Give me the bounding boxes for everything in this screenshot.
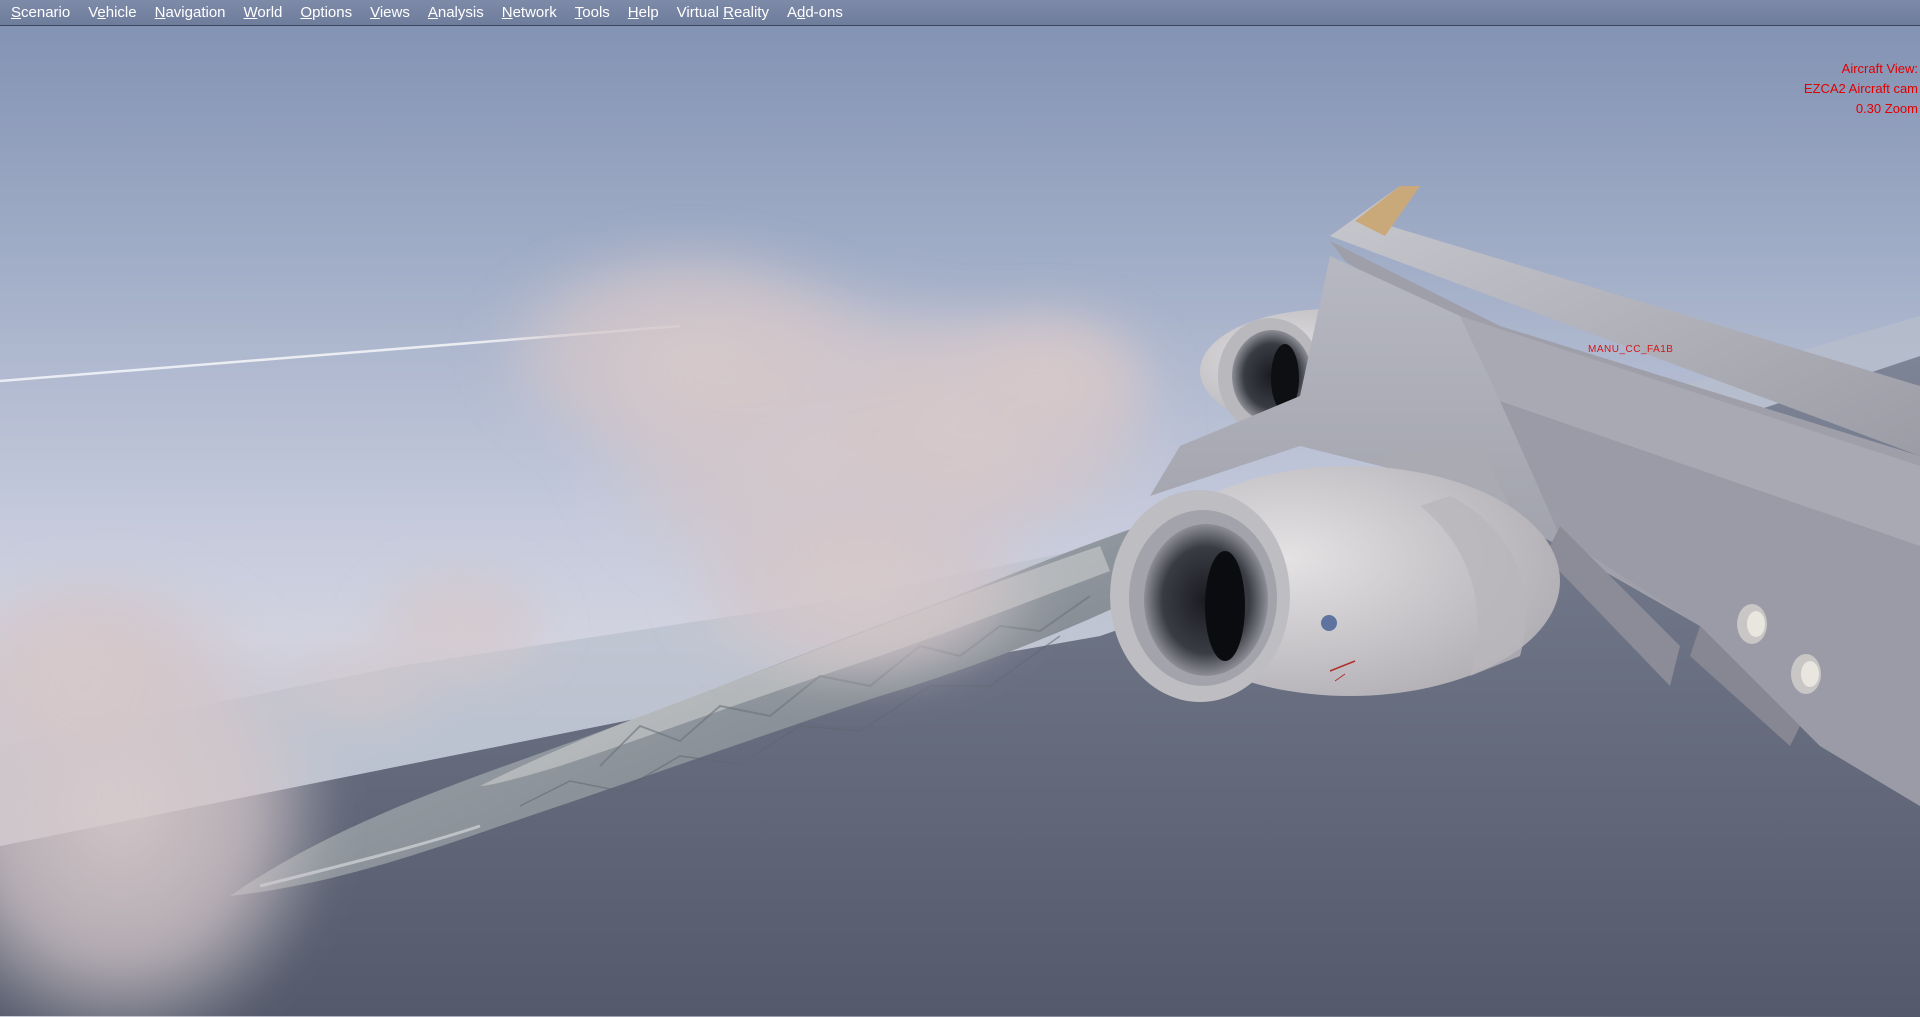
wing-model-label: MANU_CC_FA1B [1588, 344, 1674, 355]
menu-world[interactable]: World [235, 0, 292, 26]
menu-analysis[interactable]: Analysis [419, 0, 493, 26]
menu-views[interactable]: Views [361, 0, 419, 26]
menu-add-ons[interactable]: Add-ons [778, 0, 852, 26]
flight-simulator-window: Scenario Vehicle Navigation World Options Vie… [0, 0, 1920, 1017]
zoom-level: 0.30 Zoom [1855, 101, 1918, 116]
scene-render [0, 186, 1920, 1017]
menu-virtual-reality[interactable]: Virtual Reality [668, 0, 778, 26]
menu-options[interactable]: Options [291, 0, 361, 26]
aircraft-view-label: Aircraft View: [1841, 61, 1918, 76]
menu-tools[interactable]: Tools [566, 0, 619, 26]
menu-bar: Scenario Vehicle Navigation World Options Vie… [0, 0, 1920, 26]
menu-vehicle[interactable]: Vehicle [79, 0, 145, 26]
menu-navigation[interactable]: Navigation [146, 0, 235, 26]
3d-viewport[interactable]: MANU_CC_FA1B Aircraft View: EZCA2 Aircra… [0, 26, 1920, 1017]
menu-network[interactable]: Network [493, 0, 566, 26]
menu-scenario[interactable]: Scenario [2, 0, 79, 26]
camera-name: EZCA2 Aircraft cam [1803, 81, 1918, 96]
menu-help[interactable]: Help [619, 0, 668, 26]
camera-info-overlay: Aircraft View: EZCA2 Aircraft cam 0.30 Z… [1804, 59, 1918, 119]
